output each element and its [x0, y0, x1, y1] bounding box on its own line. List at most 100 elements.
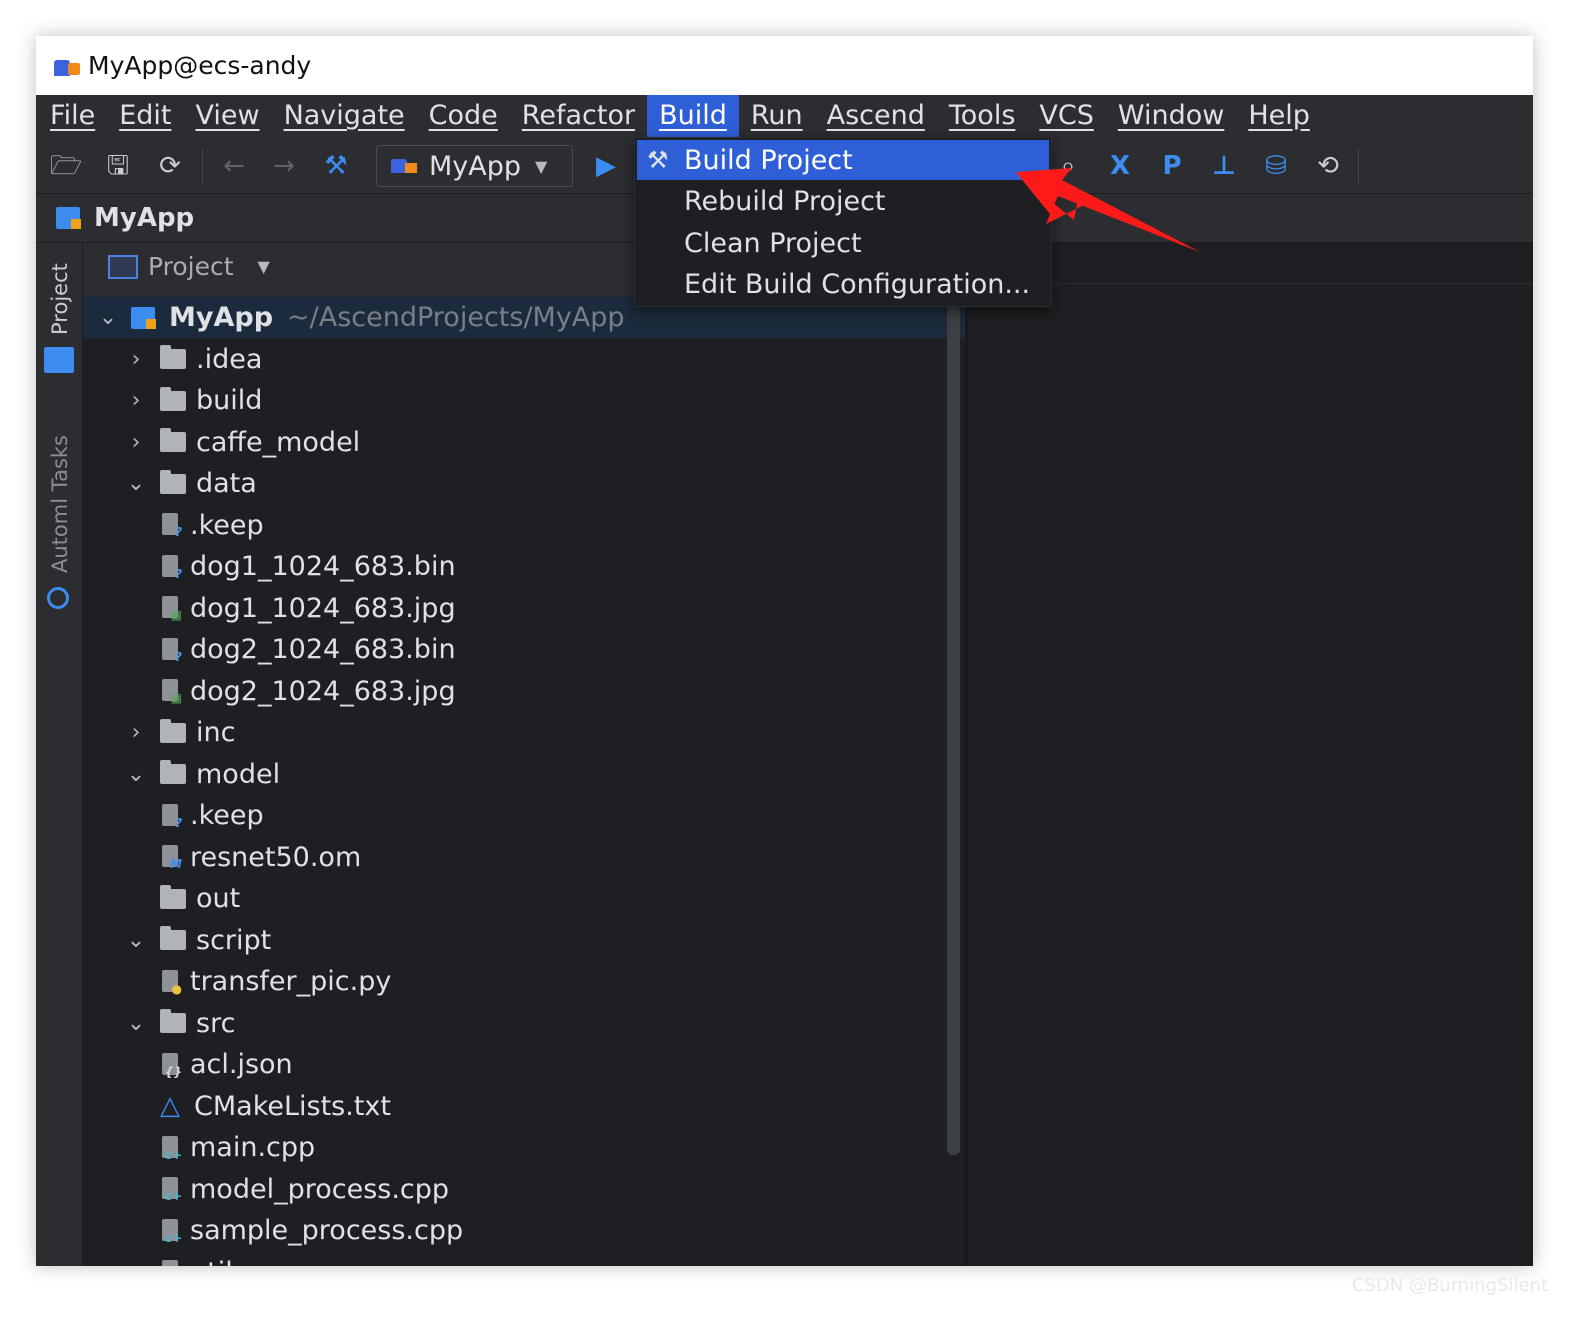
- model-icon[interactable]: ⛁: [1260, 150, 1292, 182]
- save-icon[interactable]: 🖫: [102, 150, 134, 182]
- menu-navigate[interactable]: Navigate: [272, 95, 417, 137]
- menu-ascend[interactable]: Ascend: [815, 95, 937, 137]
- chevron-right-icon[interactable]: ›: [126, 388, 146, 413]
- tree-file-row[interactable]: Mresnet50.om: [83, 837, 965, 878]
- menu-code[interactable]: Code: [417, 95, 510, 137]
- menu-item-label: Edit Build Configuration...: [684, 269, 1031, 300]
- menu-item-clean-project[interactable]: Clean Project: [637, 223, 1049, 263]
- chevron-down-icon[interactable]: ⌄: [126, 471, 146, 496]
- tree-file-row[interactable]: ? dog2_1024_683.bin: [83, 629, 965, 670]
- tree-folder-row[interactable]: ⌄ model: [83, 754, 965, 795]
- tree-item-name: dog2_1024_683.bin: [190, 634, 456, 665]
- tree-file-row[interactable]: c+ main.cpp: [83, 1127, 965, 1168]
- sync-icon[interactable]: ⟳: [154, 150, 186, 182]
- menu-item-edit-build-configuration[interactable]: Edit Build Configuration...: [637, 265, 1049, 305]
- tree-file-row[interactable]: ▦ dog1_1024_683.jpg: [83, 588, 965, 629]
- ide-window: MyApp@ecs-andy File Edit View Navigate Code R…: [36, 36, 1533, 1266]
- tree-scrollbar[interactable]: [947, 305, 960, 1155]
- config-icon: [391, 155, 423, 177]
- cpp-file-icon: c+: [160, 1218, 182, 1244]
- menu-vcs[interactable]: VCS: [1027, 95, 1105, 137]
- folder-icon: [160, 718, 186, 743]
- tree-file-row[interactable]: c+ model_process.cpp: [83, 1169, 965, 1210]
- tree-item-name: .keep: [190, 509, 264, 541]
- menu-build[interactable]: Build: [647, 95, 739, 137]
- tree-item-name: .keep: [190, 800, 264, 831]
- tree-folder-row[interactable]: › build: [83, 380, 965, 421]
- tree-file-row[interactable]: c+ utils.cpp: [83, 1252, 965, 1267]
- forward-arrow-icon[interactable]: →: [268, 150, 300, 182]
- hammer-icon[interactable]: ⚒: [320, 150, 352, 182]
- folder-icon: [160, 926, 186, 950]
- project-view-selector[interactable]: Project ▼: [108, 252, 270, 281]
- menu-item-rebuild-project[interactable]: Rebuild Project: [637, 182, 1049, 222]
- menu-file[interactable]: File: [38, 95, 107, 137]
- project-tool-tab[interactable]: Project: [48, 263, 72, 335]
- chevron-down-icon[interactable]: ⌄: [126, 1011, 146, 1036]
- tree-item-name: resnet50.om: [190, 841, 362, 873]
- tree-folder-row[interactable]: › .idea: [83, 339, 965, 380]
- folder-icon: [160, 386, 186, 411]
- open-folder-icon[interactable]: 🗁: [50, 150, 82, 182]
- p-icon[interactable]: P: [1156, 150, 1188, 182]
- chevron-down-icon: ▼: [257, 257, 270, 276]
- menu-edit[interactable]: Edit: [107, 95, 183, 137]
- tree-file-row[interactable]: ● transfer_pic.py: [83, 961, 965, 1002]
- x-icon[interactable]: X: [1104, 150, 1136, 182]
- chevron-down-icon: ⌄: [98, 305, 118, 330]
- run-config-dropdown[interactable]: MyApp ▼: [376, 145, 573, 187]
- menu-item-label: Clean Project: [684, 227, 862, 259]
- tree-file-row[interactable]: ▦ dog2_1024_683.jpg: [83, 671, 965, 712]
- chevron-right-icon[interactable]: ›: [126, 430, 146, 455]
- folder-icon: [160, 884, 186, 909]
- tree-item-name: script: [196, 924, 272, 956]
- tree-file-row[interactable]: {} acl.json: [83, 1044, 965, 1085]
- menu-item-label: Rebuild Project: [684, 186, 886, 217]
- menu-run[interactable]: Run: [739, 95, 815, 137]
- menu-refactor[interactable]: Refactor: [510, 95, 647, 137]
- tree-file-row[interactable]: c+ sample_process.cpp: [83, 1210, 965, 1251]
- chevron-right-icon[interactable]: ›: [126, 720, 146, 745]
- image-file-icon: ▦: [160, 678, 182, 704]
- project-folder-icon[interactable]: [44, 347, 74, 373]
- chevron-right-icon[interactable]: ›: [126, 347, 146, 372]
- menu-tools[interactable]: Tools: [937, 95, 1028, 137]
- automl-icon: [47, 587, 69, 609]
- cpp-file-icon: c+: [160, 1176, 182, 1202]
- refresh-icon[interactable]: ⟲: [1312, 150, 1344, 182]
- tree-folder-row[interactable]: › inc: [83, 712, 965, 753]
- menu-bar: File Edit View Navigate Code Refactor Build Run…: [36, 95, 1533, 137]
- tree-icon[interactable]: ⊥: [1208, 150, 1240, 182]
- monitor-icon: [108, 254, 138, 279]
- tree-folder-row[interactable]: › caffe_model: [83, 422, 965, 463]
- tree-item-name: utils.cpp: [190, 1257, 304, 1267]
- tree-file-row[interactable]: ? .keep: [83, 795, 965, 836]
- run-icon[interactable]: ▶: [590, 150, 622, 182]
- tree-folder-row[interactable]: ⌄ data: [83, 463, 965, 504]
- breadcrumb-project[interactable]: MyApp: [94, 203, 194, 233]
- chevron-down-icon[interactable]: ⌄: [126, 762, 146, 787]
- tree-folder-row[interactable]: out: [83, 878, 965, 919]
- app-icon: [52, 54, 82, 78]
- tree-file-row[interactable]: △ CMakeLists.txt: [83, 1086, 965, 1127]
- project-view-label: Project: [148, 252, 234, 281]
- menu-window[interactable]: Window: [1106, 95, 1236, 137]
- run-config-label: MyApp: [429, 150, 522, 182]
- menu-view[interactable]: View: [183, 95, 271, 137]
- tree-file-row[interactable]: ? .keep: [83, 505, 965, 546]
- om-file-icon: M: [160, 844, 182, 870]
- automl-tasks-tab[interactable]: Automl Tasks: [48, 435, 72, 573]
- menu-item-build-project[interactable]: ⚒ Build Project: [637, 140, 1049, 180]
- tree-folder-row[interactable]: ⌄ script: [83, 920, 965, 961]
- tree-folder-row[interactable]: ⌄ src: [83, 1003, 965, 1044]
- menu-help[interactable]: Help: [1236, 95, 1322, 137]
- back-arrow-icon[interactable]: ←: [218, 150, 250, 182]
- tree-file-row[interactable]: ? dog1_1024_683.bin: [83, 546, 965, 587]
- tree-item-name: model_process.cpp: [190, 1173, 450, 1205]
- cmake-icon: △: [160, 1091, 180, 1121]
- search-icon[interactable]: ⌕: [1052, 150, 1084, 182]
- json-file-icon: {}: [160, 1052, 182, 1078]
- tree-root-name: MyApp: [169, 302, 274, 333]
- chevron-down-icon[interactable]: ⌄: [126, 928, 146, 953]
- unknown-file-icon: ?: [160, 554, 182, 580]
